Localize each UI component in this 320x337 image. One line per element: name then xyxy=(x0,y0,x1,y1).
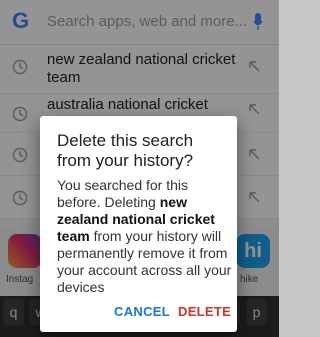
dialog-title: Delete this search from your history? xyxy=(57,131,194,170)
dialog-message: You searched for this before. Deleting n… xyxy=(57,177,232,296)
cancel-button[interactable]: CANCEL xyxy=(114,304,170,319)
delete-history-dialog: Delete this search from your history? Yo… xyxy=(40,116,237,332)
delete-button[interactable]: DELETE xyxy=(178,304,231,319)
